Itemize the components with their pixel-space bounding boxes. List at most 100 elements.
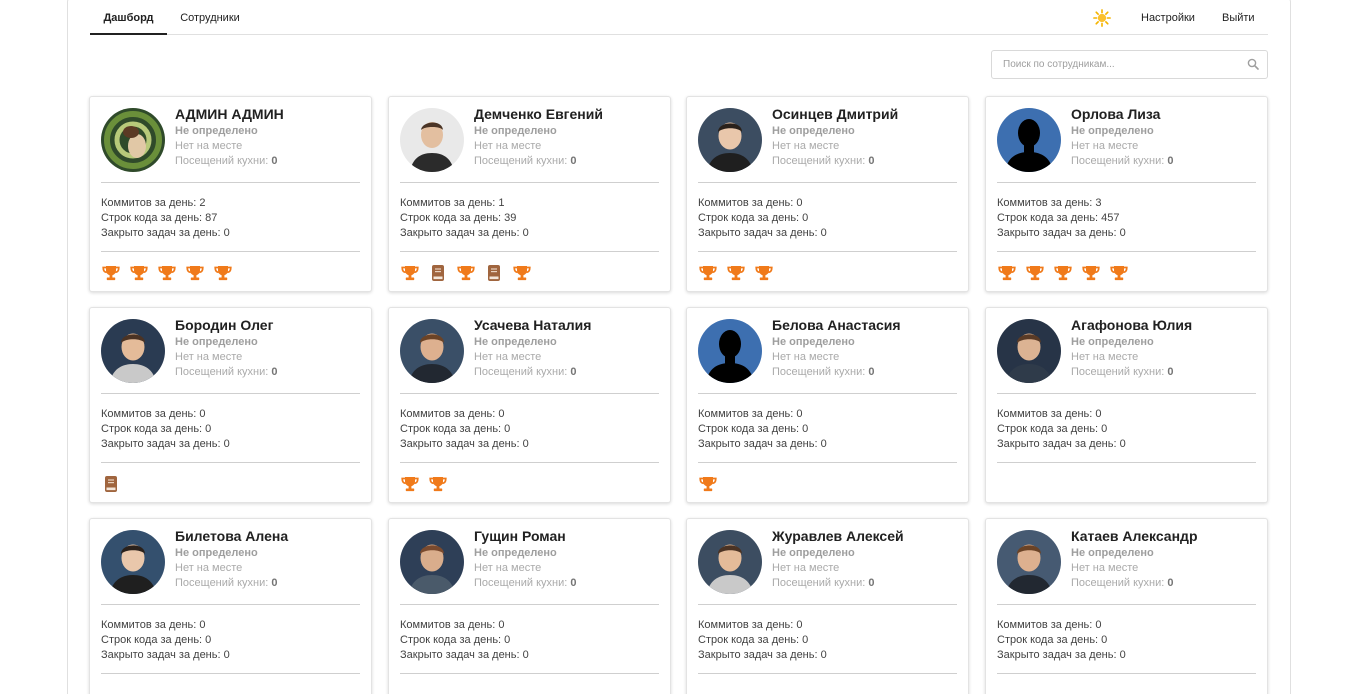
employee-card[interactable]: Катаев Александр Не определено Нет на мест… bbox=[985, 518, 1268, 694]
commits-stat-label: Коммитов за день: bbox=[997, 197, 1096, 209]
commits-stat: Коммитов за день: 0 bbox=[400, 619, 505, 631]
divider bbox=[997, 673, 1256, 674]
trophy-icon[interactable] bbox=[1025, 263, 1045, 283]
divider bbox=[101, 673, 360, 674]
commits-stat-value: 3 bbox=[1095, 197, 1102, 209]
trophy-icon[interactable] bbox=[698, 263, 718, 283]
trophy-icon[interactable] bbox=[456, 263, 476, 283]
employee-name[interactable]: Катаев Александр bbox=[1071, 528, 1198, 544]
employee-name[interactable]: Усачева Наталия bbox=[474, 317, 591, 333]
kitchen-visits: Посещений кухни: 0 bbox=[175, 155, 278, 167]
trophy-icon[interactable] bbox=[129, 263, 149, 283]
trophy-icon[interactable] bbox=[512, 263, 532, 283]
trophy-icon[interactable] bbox=[1109, 263, 1129, 283]
commits-stat: Коммитов за день: 0 bbox=[698, 197, 803, 209]
location-status: Не определено bbox=[175, 547, 258, 559]
employee-name[interactable]: Бородин Олег bbox=[175, 317, 273, 333]
trophy-icon[interactable] bbox=[1053, 263, 1073, 283]
book-icon[interactable] bbox=[101, 474, 121, 494]
employee-card[interactable]: Орлова Лиза Не определено Нет на месте Посе… bbox=[985, 96, 1268, 292]
lines-stat: Строк кода за день: 0 bbox=[400, 634, 510, 646]
search-icon[interactable] bbox=[1247, 58, 1259, 70]
location-status: Не определено bbox=[1071, 125, 1154, 137]
commits-stat: Коммитов за день: 0 bbox=[101, 619, 206, 631]
tasks-stat: Закрыто задач за день: 0 bbox=[698, 649, 827, 661]
tab-employees[interactable]: Сотрудники bbox=[174, 1, 246, 35]
commits-stat: Коммитов за день: 0 bbox=[997, 408, 1102, 420]
employee-card[interactable]: Осинцев Дмитрий Не определено Нет на месте… bbox=[686, 96, 969, 292]
tasks-stat-label: Закрыто задач за день: bbox=[101, 649, 224, 661]
kitchen-visits-label: Посещений кухни: bbox=[474, 155, 571, 167]
employee-card[interactable]: Гущин Роман Не определено Нет на месте Посе… bbox=[388, 518, 671, 694]
tasks-stat-value: 0 bbox=[1119, 438, 1126, 450]
commits-stat-label: Коммитов за день: bbox=[698, 619, 797, 631]
employee-name[interactable]: Орлова Лиза bbox=[1071, 106, 1160, 122]
trophy-icon[interactable] bbox=[185, 263, 205, 283]
lines-stat: Строк кода за день: 39 bbox=[400, 212, 516, 224]
book-icon[interactable] bbox=[428, 263, 448, 283]
trophy-icon[interactable] bbox=[1081, 263, 1101, 283]
employee-name[interactable]: Демченко Евгений bbox=[474, 106, 603, 122]
divider bbox=[997, 604, 1256, 605]
tab-dashboard[interactable]: Дашборд bbox=[90, 1, 167, 35]
search-box[interactable] bbox=[991, 50, 1268, 79]
presence-status: Нет на месте bbox=[772, 140, 840, 152]
sun-icon[interactable] bbox=[1093, 9, 1111, 27]
kitchen-visits-value: 0 bbox=[1167, 366, 1174, 378]
settings-link[interactable]: Настройки bbox=[1141, 1, 1195, 35]
trophy-icon[interactable] bbox=[726, 263, 746, 283]
kitchen-visits-value: 0 bbox=[1167, 155, 1174, 167]
trophy-icon[interactable] bbox=[400, 263, 420, 283]
commits-stat: Коммитов за день: 1 bbox=[400, 197, 505, 209]
employee-card[interactable]: Агафонова Юлия Не определено Нет на месте П… bbox=[985, 307, 1268, 503]
lines-stat-label: Строк кода за день: bbox=[400, 212, 505, 224]
trophy-icon[interactable] bbox=[157, 263, 177, 283]
employee-name[interactable]: Агафонова Юлия bbox=[1071, 317, 1192, 333]
trophy-icon[interactable] bbox=[997, 263, 1017, 283]
trophy-icon[interactable] bbox=[428, 474, 448, 494]
search-input[interactable] bbox=[992, 51, 1242, 78]
tasks-stat-value: 0 bbox=[1119, 649, 1126, 661]
tasks-stat: Закрыто задач за день: 0 bbox=[400, 438, 529, 450]
employee-name[interactable]: Осинцев Дмитрий bbox=[772, 106, 898, 122]
divider bbox=[400, 673, 659, 674]
lines-stat-label: Строк кода за день: bbox=[101, 423, 206, 435]
commits-stat-value: 2 bbox=[199, 197, 206, 209]
trophy-icon[interactable] bbox=[698, 474, 718, 494]
employee-card[interactable]: Усачева Наталия Не определено Нет на месте… bbox=[388, 307, 671, 503]
employee-card[interactable]: Демченко Евгений Не определено Нет на мест… bbox=[388, 96, 671, 292]
trophy-icon[interactable] bbox=[754, 263, 774, 283]
employee-card[interactable]: Белова Анастасия Не определено Нет на мест… bbox=[686, 307, 969, 503]
lines-stat-value: 39 bbox=[504, 212, 517, 224]
divider bbox=[400, 251, 659, 252]
employee-card[interactable]: Билетова Алена Не определено Нет на месте П… bbox=[89, 518, 372, 694]
lines-stat: Строк кода за день: 0 bbox=[101, 423, 211, 435]
location-status: Не определено bbox=[1071, 336, 1154, 348]
trophy-icon[interactable] bbox=[101, 263, 121, 283]
book-icon[interactable] bbox=[484, 263, 504, 283]
divider bbox=[400, 604, 659, 605]
employee-name[interactable]: Журавлев Алексей bbox=[772, 528, 904, 544]
trophy-icon[interactable] bbox=[400, 474, 420, 494]
employee-name[interactable]: Билетова Алена bbox=[175, 528, 288, 544]
presence-status: Нет на месте bbox=[1071, 351, 1139, 363]
commits-stat: Коммитов за день: 0 bbox=[101, 408, 206, 420]
location-status: Не определено bbox=[772, 336, 855, 348]
employee-card[interactable]: АДМИН АДМИН Не определено Нет на месте Посе… bbox=[89, 96, 372, 292]
kitchen-visits-label: Посещений кухни: bbox=[474, 577, 571, 589]
commits-stat-label: Коммитов за день: bbox=[400, 197, 499, 209]
divider bbox=[997, 182, 1256, 183]
trophy-icon[interactable] bbox=[213, 263, 233, 283]
kitchen-visits-label: Посещений кухни: bbox=[175, 155, 272, 167]
logout-link[interactable]: Выйти bbox=[1222, 1, 1255, 35]
tasks-stat-label: Закрыто задач за день: bbox=[698, 438, 821, 450]
kitchen-visits: Посещений кухни: 0 bbox=[772, 577, 875, 589]
employee-name[interactable]: Белова Анастасия bbox=[772, 317, 901, 333]
location-status: Не определено bbox=[772, 547, 855, 559]
employee-name[interactable]: Гущин Роман bbox=[474, 528, 566, 544]
kitchen-visits-label: Посещений кухни: bbox=[175, 577, 272, 589]
employee-card[interactable]: Бородин Олег Не определено Нет на месте Пос… bbox=[89, 307, 372, 503]
tasks-stat-value: 0 bbox=[223, 438, 230, 450]
employee-name[interactable]: АДМИН АДМИН bbox=[175, 106, 284, 122]
employee-card[interactable]: Журавлев Алексей Не определено Нет на мест… bbox=[686, 518, 969, 694]
